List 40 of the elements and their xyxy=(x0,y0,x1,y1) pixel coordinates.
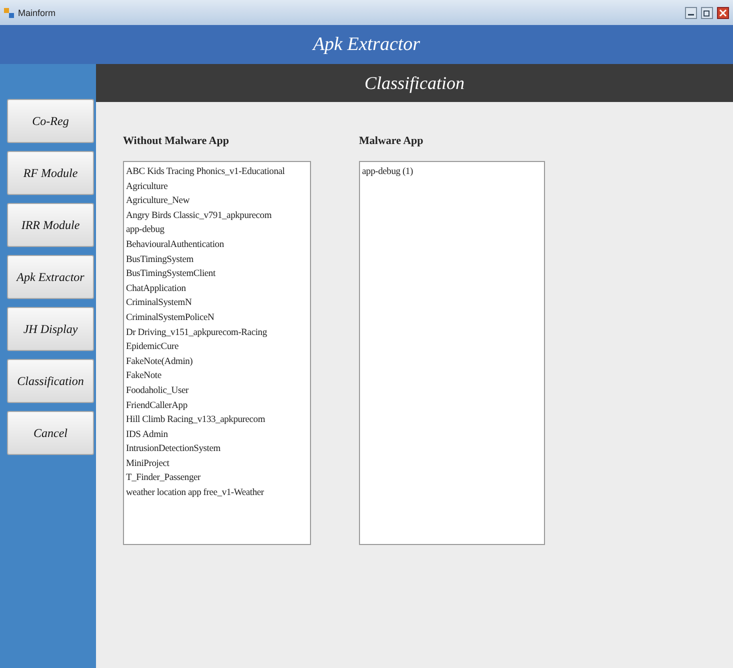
list-item[interactable]: FakeNote(Admin) xyxy=(126,354,308,370)
nav-button[interactable]: IRR Module xyxy=(7,203,94,247)
nav-button[interactable]: Classification xyxy=(7,359,94,403)
list-item[interactable]: weather location app free_v1-Weather xyxy=(126,486,308,501)
list-item[interactable]: EpidemicCure xyxy=(126,340,308,355)
list-item[interactable]: T_Finder_Passenger xyxy=(126,471,308,486)
restore-icon[interactable] xyxy=(701,6,713,18)
nav-button[interactable]: RF Module xyxy=(7,151,94,195)
list-item[interactable]: ABC Kids Tracing Phonics_v1-Educational xyxy=(126,165,308,180)
app-title: Apk Extractor xyxy=(312,34,420,56)
list-item[interactable]: app-debug (1) xyxy=(362,165,542,180)
list-item[interactable]: CriminalSystemN xyxy=(126,296,308,311)
nav-button[interactable]: Cancel xyxy=(7,411,94,455)
nav-button[interactable]: Apk Extractor xyxy=(7,255,94,299)
list-item[interactable]: Hill Climb Racing_v133_apkpurecom xyxy=(126,413,308,428)
section-title: Classification xyxy=(364,72,464,94)
nav-button[interactable]: JH Display xyxy=(7,307,94,351)
list-item[interactable]: Foodaholic_User xyxy=(126,384,308,398)
list-item[interactable]: IntrusionDetectionSystem xyxy=(126,442,308,457)
list-item[interactable]: BusTimingSystemClient xyxy=(126,267,308,282)
list-item[interactable]: Agriculture xyxy=(126,180,308,194)
app-icon xyxy=(4,8,14,18)
window-title: Mainform xyxy=(18,8,57,18)
list-item[interactable]: MiniProject xyxy=(126,456,308,472)
minimize-icon[interactable] xyxy=(685,6,697,18)
list-item[interactable]: FakeNote xyxy=(126,369,308,384)
list-item[interactable]: CriminalSystemPoliceN xyxy=(126,310,308,326)
list-label: Without Malware App xyxy=(123,135,230,147)
list-item[interactable]: BusTimingSystem xyxy=(126,252,308,268)
list-item[interactable]: Angry Birds Classic_v791_apkpurecom xyxy=(126,208,308,224)
list-label: Malware App xyxy=(359,135,424,147)
list-item[interactable]: Agriculture_New xyxy=(126,194,308,209)
list-item[interactable]: FriendCallerApp xyxy=(126,398,308,414)
list-item[interactable]: Dr Driving_v151_apkpurecom-Racing xyxy=(126,326,308,340)
list-item[interactable]: IDS Admin xyxy=(126,428,308,442)
list-item[interactable]: app-debug xyxy=(126,223,308,238)
close-icon[interactable] xyxy=(717,6,729,18)
nav-button[interactable]: Co-Reg xyxy=(7,99,94,143)
list-item[interactable]: BehaviouralAuthentication xyxy=(126,238,308,253)
list-item[interactable]: ChatApplication xyxy=(126,282,308,296)
